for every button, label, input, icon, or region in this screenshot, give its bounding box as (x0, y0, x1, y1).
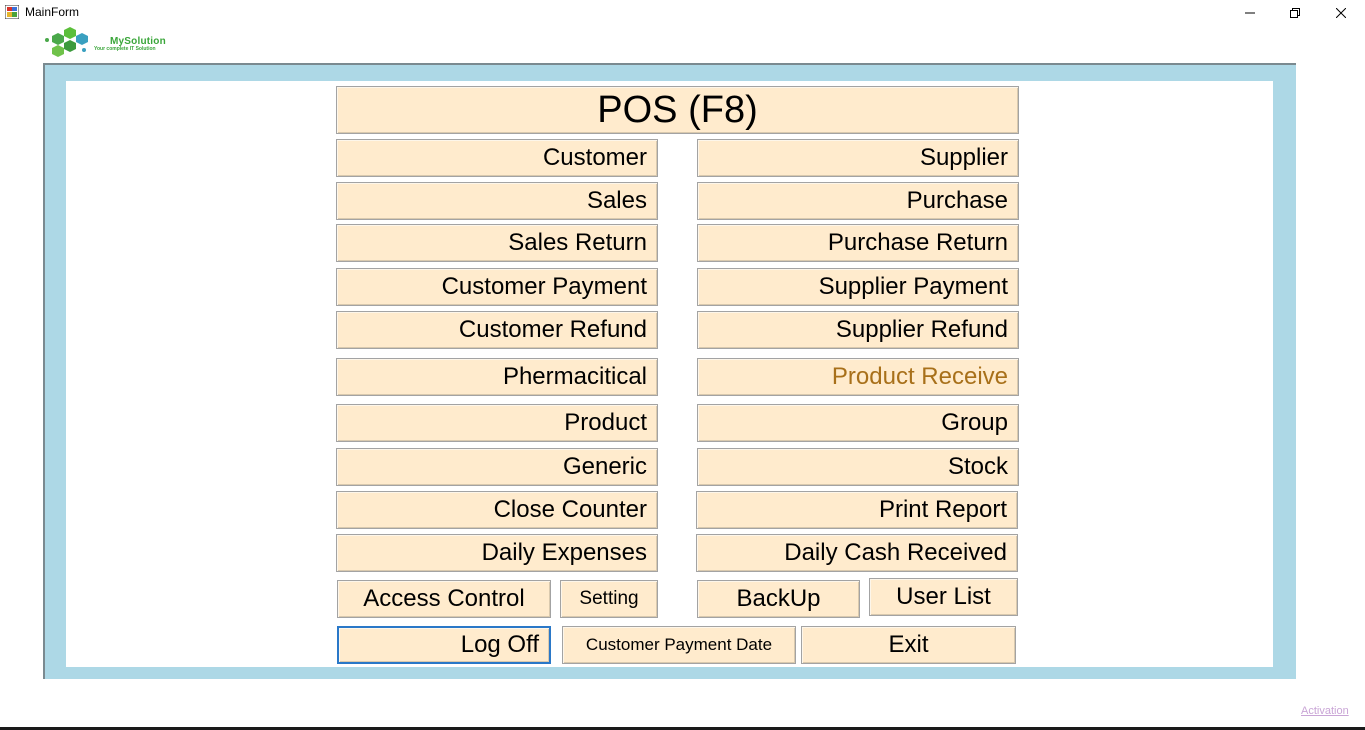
purchase-button[interactable]: Purchase (697, 182, 1019, 220)
customer-payment-date-button[interactable]: Customer Payment Date (562, 626, 796, 664)
log-off-button[interactable]: Log Off (337, 626, 551, 664)
sales-button[interactable]: Sales (336, 182, 658, 220)
customer-payment-button[interactable]: Customer Payment (336, 268, 658, 306)
close-counter-button[interactable]: Close Counter (336, 491, 658, 529)
logo-tagline: Your complete IT Solution (94, 46, 156, 52)
exit-button[interactable]: Exit (801, 626, 1016, 664)
stock-button[interactable]: Stock (697, 448, 1019, 486)
pos-button[interactable]: POS (F8) (336, 86, 1019, 134)
phermacitical-button[interactable]: Phermacitical (336, 358, 658, 396)
daily-cash-received-button[interactable]: Daily Cash Received (696, 534, 1018, 572)
title-bar: MainForm (0, 0, 1365, 26)
backup-button[interactable]: BackUp (697, 580, 860, 618)
activation-link[interactable]: Activation (1301, 705, 1349, 717)
setting-button[interactable]: Setting (560, 580, 658, 618)
window-title: MainForm (25, 5, 80, 19)
access-control-button[interactable]: Access Control (337, 580, 551, 618)
generic-button[interactable]: Generic (336, 448, 658, 486)
group-button[interactable]: Group (697, 404, 1019, 442)
app-icon (5, 5, 19, 19)
user-list-button[interactable]: User List (869, 578, 1018, 616)
minimize-button[interactable] (1227, 0, 1273, 26)
close-icon (1336, 8, 1346, 18)
close-button[interactable] (1318, 0, 1364, 26)
product-button[interactable]: Product (336, 404, 658, 442)
customer-button[interactable]: Customer (336, 139, 658, 177)
sales-return-button[interactable]: Sales Return (336, 224, 658, 262)
restore-button[interactable] (1272, 0, 1318, 26)
company-logo: MySolution Your complete IT Solution (42, 26, 202, 60)
main-panel (66, 81, 1273, 667)
hexagon-logo-icon (45, 27, 88, 57)
supplier-payment-button[interactable]: Supplier Payment (697, 268, 1019, 306)
print-report-button[interactable]: Print Report (696, 491, 1018, 529)
customer-refund-button[interactable]: Customer Refund (336, 311, 658, 349)
restore-icon (1290, 8, 1300, 18)
supplier-button[interactable]: Supplier (697, 139, 1019, 177)
product-receive-button[interactable]: Product Receive (697, 358, 1019, 396)
minimize-icon (1245, 12, 1255, 14)
purchase-return-button[interactable]: Purchase Return (697, 224, 1019, 262)
supplier-refund-button[interactable]: Supplier Refund (697, 311, 1019, 349)
daily-expenses-button[interactable]: Daily Expenses (336, 534, 658, 572)
